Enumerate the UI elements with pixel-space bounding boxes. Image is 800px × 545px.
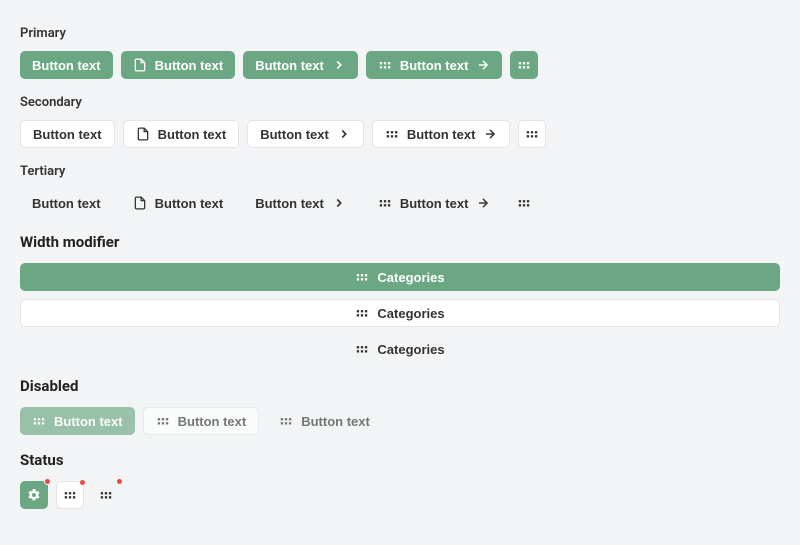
chevron-right-icon <box>332 196 346 210</box>
primary-button-icon-left[interactable]: Button text <box>121 51 236 79</box>
width-button-primary[interactable]: Categories <box>20 263 780 291</box>
section-label-primary: Primary <box>20 26 780 41</box>
secondary-button-icon-left[interactable]: Button text <box>123 120 240 148</box>
gear-icon <box>27 488 41 502</box>
grid-icon <box>63 488 77 502</box>
grid-icon <box>355 306 369 320</box>
section-heading-disabled: Disabled <box>20 377 780 395</box>
section-heading-width: Width modifier <box>20 233 780 251</box>
button-label: Categories <box>377 342 444 357</box>
file-icon <box>136 127 150 141</box>
button-label: Button text <box>32 58 101 73</box>
status-badge <box>79 479 86 486</box>
status-badge <box>116 478 123 485</box>
secondary-button-chevron-right[interactable]: Button text <box>247 120 364 148</box>
disabled-button-secondary: Button text <box>143 407 260 435</box>
status-button-tertiary[interactable] <box>92 481 120 509</box>
chevron-right-icon <box>332 58 346 72</box>
primary-button-text[interactable]: Button text <box>20 51 113 79</box>
arrow-right-icon <box>476 58 490 72</box>
status-button-row <box>20 481 780 509</box>
disabled-button-primary: Button text <box>20 407 135 435</box>
status-button-primary[interactable] <box>20 481 48 509</box>
width-button-col: Categories Categories Categories <box>20 263 780 363</box>
tertiary-button-row: Button text Button text Button text Butt… <box>20 189 780 217</box>
primary-button-row: Button text Button text Button text Butt… <box>20 51 780 79</box>
button-label: Categories <box>377 306 444 321</box>
width-button-tertiary[interactable]: Categories <box>20 335 780 363</box>
button-label: Button text <box>155 58 224 73</box>
grid-icon <box>99 488 113 502</box>
tertiary-button-grid-arrow[interactable]: Button text <box>366 189 503 217</box>
file-icon <box>133 196 147 210</box>
chevron-right-icon <box>337 127 351 141</box>
arrow-right-icon <box>476 196 490 210</box>
grid-icon <box>378 196 392 210</box>
tertiary-button-text[interactable]: Button text <box>20 189 113 217</box>
status-button-secondary[interactable] <box>56 481 84 509</box>
button-label: Button text <box>301 414 370 429</box>
secondary-button-text[interactable]: Button text <box>20 120 115 148</box>
arrow-right-icon <box>483 127 497 141</box>
grid-icon <box>378 58 392 72</box>
disabled-button-row: Button text Button text Button text <box>20 407 780 435</box>
button-label: Button text <box>33 127 102 142</box>
section-label-tertiary: Tertiary <box>20 164 780 179</box>
button-label: Categories <box>377 270 444 285</box>
disabled-button-tertiary: Button text <box>267 407 382 435</box>
tertiary-button-icon-only[interactable] <box>510 189 538 217</box>
grid-icon <box>32 414 46 428</box>
button-label: Button text <box>32 196 101 211</box>
button-label: Button text <box>255 58 324 73</box>
primary-button-icon-only[interactable] <box>510 51 538 79</box>
button-label: Button text <box>255 196 324 211</box>
width-button-secondary[interactable]: Categories <box>20 299 780 327</box>
grid-icon <box>355 270 369 284</box>
button-label: Button text <box>158 127 227 142</box>
file-icon <box>133 58 147 72</box>
primary-button-grid-arrow[interactable]: Button text <box>366 51 503 79</box>
section-heading-status: Status <box>20 451 780 469</box>
secondary-button-icon-only[interactable] <box>518 120 546 148</box>
button-label: Button text <box>400 196 469 211</box>
secondary-button-grid-arrow[interactable]: Button text <box>372 120 511 148</box>
button-label: Button text <box>54 414 123 429</box>
grid-icon <box>355 342 369 356</box>
grid-icon <box>279 414 293 428</box>
grid-icon <box>385 127 399 141</box>
grid-icon <box>517 196 531 210</box>
tertiary-button-chevron-right[interactable]: Button text <box>243 189 358 217</box>
grid-icon <box>517 58 531 72</box>
status-badge <box>44 478 51 485</box>
tertiary-button-icon-left[interactable]: Button text <box>121 189 236 217</box>
button-label: Button text <box>178 414 247 429</box>
button-label: Button text <box>155 196 224 211</box>
button-label: Button text <box>407 127 476 142</box>
secondary-button-row: Button text Button text Button text Butt… <box>20 120 780 148</box>
button-label: Button text <box>400 58 469 73</box>
button-label: Button text <box>260 127 329 142</box>
grid-icon <box>525 127 539 141</box>
grid-icon <box>156 414 170 428</box>
section-label-secondary: Secondary <box>20 95 780 110</box>
primary-button-chevron-right[interactable]: Button text <box>243 51 358 79</box>
